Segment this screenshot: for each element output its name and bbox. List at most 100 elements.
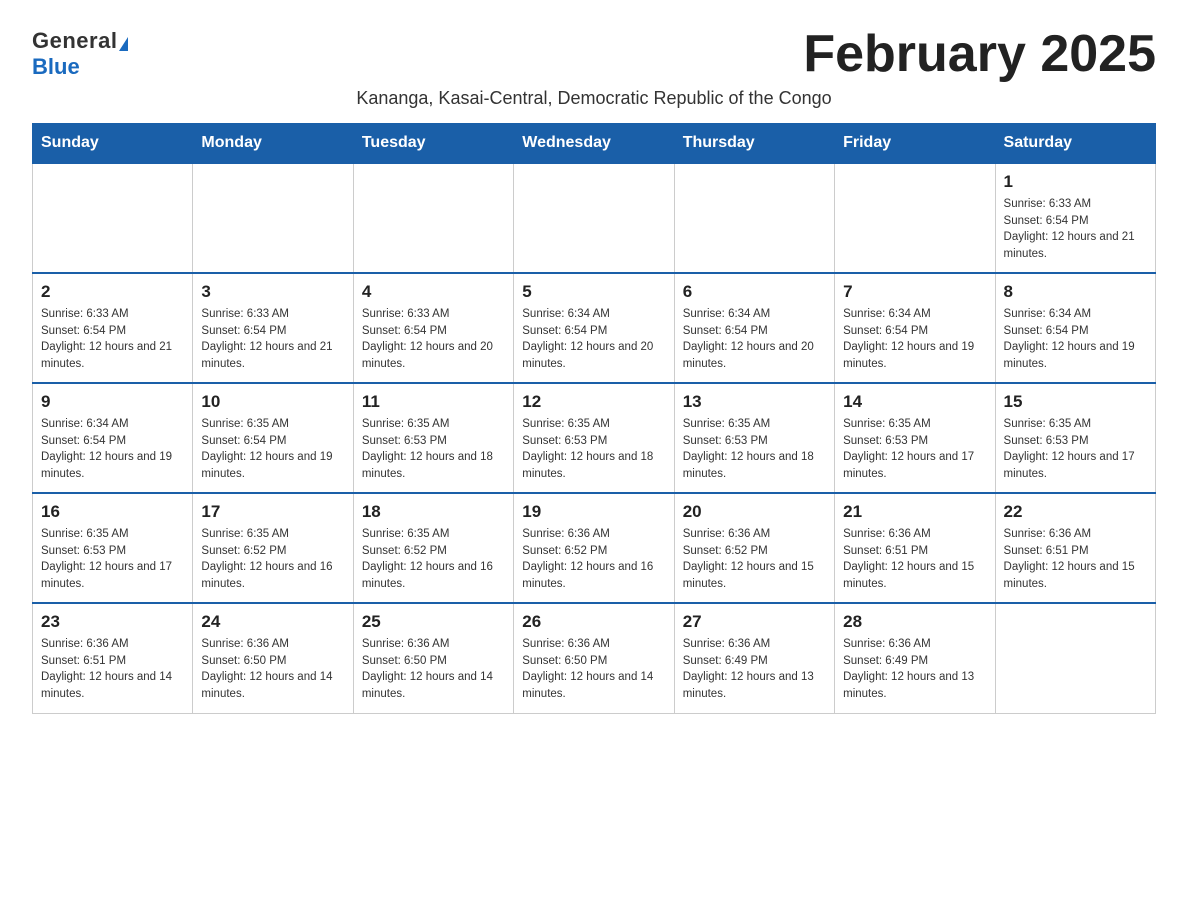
week-row-1: 1 Sunrise: 6:33 AMSunset: 6:54 PMDaylight… <box>33 163 1156 273</box>
day-cell: 10 Sunrise: 6:35 AMSunset: 6:54 PMDayligh… <box>193 383 353 493</box>
day-cell: 12Sunrise: 6:35 AMSunset: 6:53 PMDayligh… <box>514 383 674 493</box>
day-cell: 17 Sunrise: 6:35 AMSunset: 6:52 PMDayligh… <box>193 493 353 603</box>
col-header-monday: Monday <box>193 124 353 164</box>
day-number: 26 <box>522 612 665 632</box>
day-cell: 27 Sunrise: 6:36 AMSunset: 6:49 PMDayligh… <box>674 603 834 713</box>
day-cell: 5 Sunrise: 6:34 AMSunset: 6:54 PMDaylight… <box>514 273 674 383</box>
day-cell: 3Sunrise: 6:33 AMSunset: 6:54 PMDaylight… <box>193 273 353 383</box>
day-cell <box>514 163 674 273</box>
col-header-wednesday: Wednesday <box>514 124 674 164</box>
day-number: 7 <box>843 282 986 302</box>
day-number: 17 <box>201 502 344 522</box>
day-number: 18 <box>362 502 505 522</box>
day-cell: 25 Sunrise: 6:36 AMSunset: 6:50 PMDayligh… <box>353 603 513 713</box>
day-cell <box>835 163 995 273</box>
day-cell <box>674 163 834 273</box>
day-info: Sunrise: 6:36 AMSunset: 6:52 PMDaylight:… <box>522 526 665 593</box>
week-row-3: 9 Sunrise: 6:34 AMSunset: 6:54 PMDaylight… <box>33 383 1156 493</box>
day-number: 28 <box>843 612 986 632</box>
col-header-friday: Friday <box>835 124 995 164</box>
calendar-table: SundayMondayTuesdayWednesdayThursdayFrid… <box>32 123 1156 714</box>
day-number: 19 <box>522 502 665 522</box>
day-number: 5 <box>522 282 665 302</box>
logo: General Blue <box>32 28 128 80</box>
week-row-2: 2 Sunrise: 6:33 AMSunset: 6:54 PMDaylight… <box>33 273 1156 383</box>
day-info: Sunrise: 6:35 AMSunset: 6:53 PMDaylight:… <box>41 526 184 593</box>
day-cell: 14Sunrise: 6:35 AMSunset: 6:53 PMDayligh… <box>835 383 995 493</box>
day-cell: 8 Sunrise: 6:34 AMSunset: 6:54 PMDaylight… <box>995 273 1155 383</box>
week-row-5: 23 Sunrise: 6:36 AMSunset: 6:51 PMDayligh… <box>33 603 1156 713</box>
month-title: February 2025 <box>803 24 1156 84</box>
day-cell: 20 Sunrise: 6:36 AMSunset: 6:52 PMDayligh… <box>674 493 834 603</box>
day-cell: 7Sunrise: 6:34 AMSunset: 6:54 PMDaylight… <box>835 273 995 383</box>
day-number: 8 <box>1004 282 1147 302</box>
col-header-saturday: Saturday <box>995 124 1155 164</box>
day-info: Sunrise: 6:35 AMSunset: 6:52 PMDaylight:… <box>201 526 344 593</box>
day-cell: 23 Sunrise: 6:36 AMSunset: 6:51 PMDayligh… <box>33 603 193 713</box>
day-info: Sunrise: 6:35 AMSunset: 6:53 PMDaylight:… <box>522 416 665 483</box>
day-number: 2 <box>41 282 184 302</box>
day-info: Sunrise: 6:36 AMSunset: 6:50 PMDaylight:… <box>362 636 505 703</box>
logo-triangle-icon <box>119 37 128 51</box>
day-info: Sunrise: 6:35 AMSunset: 6:52 PMDaylight:… <box>362 526 505 593</box>
day-cell: 2Sunrise: 6:33 AMSunset: 6:54 PMDaylight… <box>33 273 193 383</box>
day-info: Sunrise: 6:35 AMSunset: 6:53 PMDaylight:… <box>683 416 826 483</box>
day-info: Sunrise: 6:33 AMSunset: 6:54 PMDaylight:… <box>362 306 505 373</box>
day-info: Sunrise: 6:34 AMSunset: 6:54 PMDaylight:… <box>683 306 826 373</box>
day-info: Sunrise: 6:36 AMSunset: 6:50 PMDaylight:… <box>201 636 344 703</box>
col-header-tuesday: Tuesday <box>353 124 513 164</box>
day-cell: 6 Sunrise: 6:34 AMSunset: 6:54 PMDaylight… <box>674 273 834 383</box>
day-cell: 28 Sunrise: 6:36 AMSunset: 6:49 PMDayligh… <box>835 603 995 713</box>
day-info: Sunrise: 6:34 AMSunset: 6:54 PMDaylight:… <box>1004 306 1147 373</box>
day-info: Sunrise: 6:36 AMSunset: 6:50 PMDaylight:… <box>522 636 665 703</box>
day-number: 24 <box>201 612 344 632</box>
day-number: 6 <box>683 282 826 302</box>
page-header: General Blue February 2025 <box>32 24 1156 84</box>
day-info: Sunrise: 6:35 AMSunset: 6:53 PMDaylight:… <box>843 416 986 483</box>
day-info: Sunrise: 6:34 AMSunset: 6:54 PMDaylight:… <box>41 416 184 483</box>
day-cell: 24 Sunrise: 6:36 AMSunset: 6:50 PMDayligh… <box>193 603 353 713</box>
day-cell: 4 Sunrise: 6:33 AMSunset: 6:54 PMDaylight… <box>353 273 513 383</box>
day-info: Sunrise: 6:36 AMSunset: 6:51 PMDaylight:… <box>1004 526 1147 593</box>
day-number: 9 <box>41 392 184 412</box>
day-cell: 15Sunrise: 6:35 AMSunset: 6:53 PMDayligh… <box>995 383 1155 493</box>
day-info: Sunrise: 6:33 AMSunset: 6:54 PMDaylight:… <box>1004 196 1147 263</box>
col-header-sunday: Sunday <box>33 124 193 164</box>
week-row-4: 16 Sunrise: 6:35 AMSunset: 6:53 PMDayligh… <box>33 493 1156 603</box>
day-number: 21 <box>843 502 986 522</box>
day-info: Sunrise: 6:36 AMSunset: 6:52 PMDaylight:… <box>683 526 826 593</box>
day-cell <box>995 603 1155 713</box>
day-number: 15 <box>1004 392 1147 412</box>
day-number: 4 <box>362 282 505 302</box>
day-number: 25 <box>362 612 505 632</box>
day-cell: 16 Sunrise: 6:35 AMSunset: 6:53 PMDayligh… <box>33 493 193 603</box>
logo-blue-text: Blue <box>32 54 80 80</box>
day-number: 13 <box>683 392 826 412</box>
day-info: Sunrise: 6:35 AMSunset: 6:53 PMDaylight:… <box>362 416 505 483</box>
day-number: 20 <box>683 502 826 522</box>
day-info: Sunrise: 6:36 AMSunset: 6:49 PMDaylight:… <box>843 636 986 703</box>
day-number: 1 <box>1004 172 1147 192</box>
day-info: Sunrise: 6:35 AMSunset: 6:54 PMDaylight:… <box>201 416 344 483</box>
col-header-thursday: Thursday <box>674 124 834 164</box>
day-number: 16 <box>41 502 184 522</box>
day-cell: 1 Sunrise: 6:33 AMSunset: 6:54 PMDaylight… <box>995 163 1155 273</box>
day-cell: 26 Sunrise: 6:36 AMSunset: 6:50 PMDayligh… <box>514 603 674 713</box>
day-cell <box>193 163 353 273</box>
day-number: 23 <box>41 612 184 632</box>
day-number: 22 <box>1004 502 1147 522</box>
calendar-header-row: SundayMondayTuesdayWednesdayThursdayFrid… <box>33 124 1156 164</box>
day-cell: 19 Sunrise: 6:36 AMSunset: 6:52 PMDayligh… <box>514 493 674 603</box>
day-info: Sunrise: 6:36 AMSunset: 6:51 PMDaylight:… <box>41 636 184 703</box>
day-number: 27 <box>683 612 826 632</box>
day-cell: 9 Sunrise: 6:34 AMSunset: 6:54 PMDaylight… <box>33 383 193 493</box>
day-number: 10 <box>201 392 344 412</box>
location-subtitle: Kananga, Kasai-Central, Democratic Repub… <box>32 88 1156 109</box>
day-cell: 18 Sunrise: 6:35 AMSunset: 6:52 PMDayligh… <box>353 493 513 603</box>
day-cell: 22 Sunrise: 6:36 AMSunset: 6:51 PMDayligh… <box>995 493 1155 603</box>
day-cell: 21Sunrise: 6:36 AMSunset: 6:51 PMDayligh… <box>835 493 995 603</box>
day-number: 11 <box>362 392 505 412</box>
day-info: Sunrise: 6:33 AMSunset: 6:54 PMDaylight:… <box>201 306 344 373</box>
day-info: Sunrise: 6:34 AMSunset: 6:54 PMDaylight:… <box>522 306 665 373</box>
day-info: Sunrise: 6:36 AMSunset: 6:49 PMDaylight:… <box>683 636 826 703</box>
